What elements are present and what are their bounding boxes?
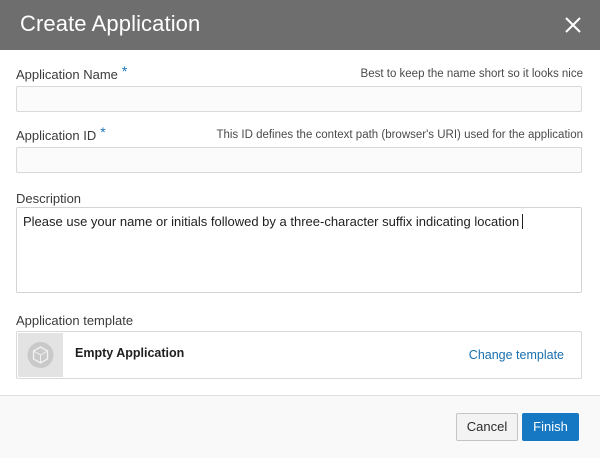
application-id-input[interactable] bbox=[16, 147, 582, 173]
application-name-input[interactable] bbox=[16, 86, 582, 112]
application-name-hint: Best to keep the name short so it looks … bbox=[360, 68, 583, 80]
template-name: Empty Application bbox=[75, 346, 185, 360]
required-marker: * bbox=[121, 63, 128, 79]
description-textarea[interactable]: Please use your name or initials followe… bbox=[16, 207, 582, 293]
application-name-label: Application Name * bbox=[16, 63, 128, 82]
cancel-button[interactable]: Cancel bbox=[456, 413, 518, 441]
dialog-body: Application Name * Best to keep the name … bbox=[0, 50, 600, 395]
close-icon[interactable] bbox=[562, 14, 584, 36]
dialog-footer: Cancel Finish bbox=[0, 396, 600, 458]
template-selector: Empty Application Change template bbox=[16, 331, 582, 379]
application-id-label-text: Application ID bbox=[16, 128, 97, 143]
description-text: Please use your name or initials followe… bbox=[23, 214, 520, 229]
create-application-dialog: Create Application Application Name * Bes… bbox=[0, 0, 600, 458]
change-template-link[interactable]: Change template bbox=[469, 348, 564, 362]
description-label: Description bbox=[16, 191, 82, 206]
empty-template-icon bbox=[18, 333, 63, 377]
text-caret bbox=[522, 214, 524, 229]
finish-button[interactable]: Finish bbox=[522, 413, 579, 441]
required-marker: * bbox=[100, 124, 106, 140]
application-id-label: Application ID * bbox=[16, 124, 106, 143]
application-template-label: Application template bbox=[16, 313, 134, 328]
dialog-title: Create Application bbox=[20, 11, 201, 36]
dialog-header: Create Application bbox=[0, 0, 600, 50]
application-name-label-text: Application Name bbox=[16, 67, 118, 82]
application-id-hint: This ID defines the context path (browse… bbox=[216, 129, 583, 141]
